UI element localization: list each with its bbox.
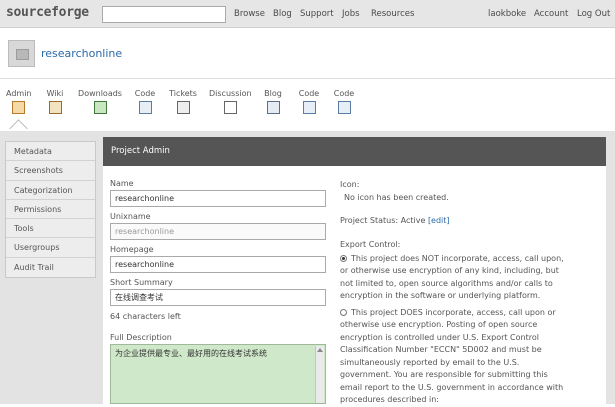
panel-title: Project Admin	[103, 137, 606, 166]
project-icon	[8, 40, 35, 67]
project-name[interactable]: researchonline	[41, 47, 122, 60]
tool-code-3[interactable]: Code	[333, 89, 355, 114]
wiki-icon	[48, 101, 62, 114]
tool-wiki[interactable]: Wiki	[44, 89, 66, 114]
nav-support[interactable]: Support	[300, 9, 334, 19]
full-description-label: Full Description	[110, 333, 172, 342]
description-scrollbar[interactable]	[315, 346, 324, 403]
top-bar: sourceforge Browse Blog Support Jobs Res…	[0, 0, 615, 28]
characters-left: 64 characters left	[110, 312, 181, 321]
admin-sidebar: Metadata Screenshots Categorization Perm…	[5, 141, 96, 279]
short-summary-label: Short Summary	[110, 278, 173, 287]
nav-blog[interactable]: Blog	[273, 9, 292, 19]
short-summary-field[interactable]: 在线调查考试	[110, 289, 326, 306]
project-status-text: Project Status: Active	[340, 216, 426, 225]
tool-wiki-label: Wiki	[46, 89, 64, 98]
status-edit-link[interactable]: [edit]	[428, 216, 450, 225]
blog-icon	[266, 101, 280, 114]
tool-admin-label: Admin	[6, 89, 32, 98]
name-field[interactable]: researchonline	[110, 190, 326, 207]
tool-admin[interactable]: Admin	[6, 89, 32, 114]
project-header: researchonline	[0, 29, 615, 79]
download-icon	[93, 101, 107, 114]
tool-downloads[interactable]: Downloads	[78, 89, 122, 114]
export-option-encryption: This project DOES incorporate, access, c…	[340, 307, 564, 405]
sidebar-item-screenshots[interactable]: Screenshots	[6, 161, 95, 181]
tool-code-3-label: Code	[333, 89, 355, 98]
sidebar-item-permissions[interactable]: Permissions	[6, 199, 95, 220]
icon-status-text: No icon has been created.	[344, 192, 449, 202]
project-status: Project Status: Active [edit]	[340, 215, 565, 228]
user-link[interactable]: laokboke	[488, 9, 526, 19]
tickets-icon	[176, 101, 190, 114]
tool-downloads-label: Downloads	[78, 89, 122, 98]
sidebar-item-usergroups[interactable]: Usergroups	[6, 238, 95, 258]
export-option-no-encryption: This project does NOT incorporate, acces…	[340, 253, 564, 301]
full-description-text: 为企业提供最专业、最好用的在线考试系统	[115, 349, 267, 358]
tool-code-2[interactable]: Code	[298, 89, 320, 114]
sidebar-item-audit-trail[interactable]: Audit Trail	[6, 257, 95, 278]
discussion-icon	[223, 101, 237, 114]
full-description-field[interactable]: 为企业提供最专业、最好用的在线考试系统	[110, 344, 326, 404]
name-label: Name	[110, 179, 134, 188]
sidebar-item-tools[interactable]: Tools	[6, 219, 95, 239]
sidebar-item-metadata[interactable]: Metadata	[6, 142, 95, 162]
tool-code-1-label: Code	[134, 89, 156, 98]
search-input[interactable]	[102, 6, 226, 23]
homepage-label: Homepage	[110, 245, 154, 254]
code-icon	[302, 101, 316, 114]
code-icon	[138, 101, 152, 114]
tool-discussion-label: Discussion	[209, 89, 252, 98]
logout-link[interactable]: Log Out	[577, 9, 610, 19]
unixname-field: researchonline	[110, 223, 326, 240]
account-link[interactable]: Account	[534, 9, 568, 19]
export-control-section: Export Control: This project does NOT in…	[340, 239, 565, 407]
nav-resources[interactable]: Resources	[371, 9, 414, 19]
project-admin-panel: Project Admin Name researchonline Unixna…	[103, 137, 606, 404]
export-no-encryption-radio[interactable]	[340, 254, 347, 262]
tool-discussion[interactable]: Discussion	[209, 89, 252, 114]
tool-blog-label: Blog	[264, 89, 282, 98]
tool-tickets-label: Tickets	[169, 89, 197, 98]
tool-code-2-label: Code	[298, 89, 320, 98]
code-icon	[337, 101, 351, 114]
sourceforge-logo[interactable]: sourceforge	[6, 5, 89, 20]
tool-blog[interactable]: Blog	[263, 89, 283, 114]
icon-section: Icon: No icon has been created.	[340, 179, 565, 204]
tool-tickets[interactable]: Tickets	[168, 89, 198, 114]
sidebar-item-categorization[interactable]: Categorization	[6, 180, 95, 200]
homepage-field[interactable]: researchonline	[110, 256, 326, 273]
export-encryption-radio[interactable]	[340, 308, 347, 316]
tool-bar: Admin Wiki Downloads Code Tickets Discus…	[0, 86, 615, 130]
unixname-label: Unixname	[110, 212, 151, 221]
content-area: Metadata Screenshots Categorization Perm…	[0, 131, 615, 404]
tool-code-1[interactable]: Code	[134, 89, 156, 114]
icon-label: Icon:	[340, 180, 360, 189]
nav-browse[interactable]: Browse	[234, 9, 265, 19]
export-control-label: Export Control:	[340, 240, 401, 249]
nav-jobs[interactable]: Jobs	[342, 9, 360, 19]
admin-icon	[11, 101, 25, 114]
